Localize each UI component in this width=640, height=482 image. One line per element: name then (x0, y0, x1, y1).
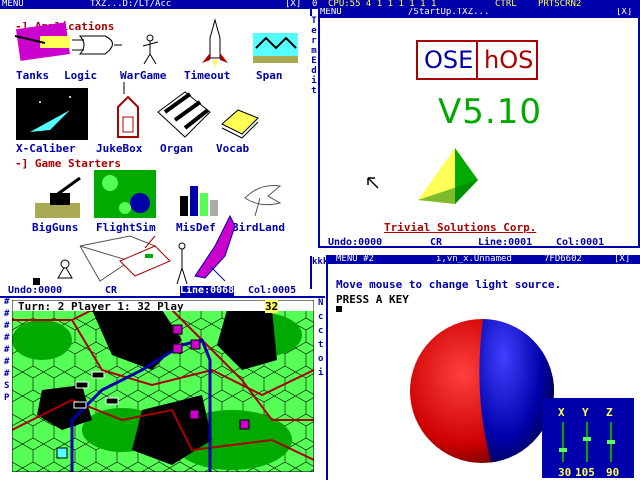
window-titlebar-apps: MENU TXZ...D:/LT/Acc [X] (0, 0, 310, 9)
startup-col-counter: Col:0001 (556, 237, 605, 248)
logic-icon[interactable] (72, 35, 122, 55)
ose-logo: OSE hOS (416, 40, 538, 80)
app-label-timeout[interactable]: Timeout (184, 69, 230, 82)
undo-counter: Undo:0000 (8, 285, 63, 296)
shaded-sphere[interactable] (410, 306, 560, 476)
stick-figure-sprite-icon (176, 242, 188, 285)
menu-button[interactable]: MENU (2, 0, 24, 9)
startup-statusbar: Undo:0000 CR Line:0001 Col:0001 (318, 238, 640, 248)
sprite-decorations (33, 214, 236, 285)
menu2-close-button[interactable]: [X] (614, 255, 630, 264)
slider-knob-y[interactable] (583, 436, 591, 441)
light-sliders-panel: X Y Z 30 105 90 (542, 398, 634, 479)
logo-divider (476, 42, 478, 78)
jukebox-icon[interactable] (117, 82, 139, 138)
text-cursor (336, 306, 342, 312)
app-label-jukebox[interactable]: JukeBox (96, 142, 142, 155)
slider-knob-z[interactable] (607, 440, 615, 444)
wargame-hex-map[interactable] (12, 300, 314, 472)
turn-status-text: Turn: 2 Player 1: 32 Play (18, 300, 184, 313)
slider-track-x[interactable] (562, 422, 564, 462)
span-icon[interactable] (253, 33, 298, 63)
slider-knob-x[interactable] (559, 448, 567, 452)
app-label-vocab[interactable]: Vocab (216, 142, 249, 155)
tanks-icon[interactable] (14, 22, 70, 61)
slider-label-x: X (558, 406, 565, 419)
organ-icon[interactable] (157, 91, 211, 138)
cursor-block (33, 278, 40, 285)
termedit-side-tab[interactable]: TermEdit (309, 16, 319, 256)
app-label-logic[interactable]: Logic (64, 69, 97, 82)
version-text: V5.10 (438, 92, 542, 132)
app-label-span[interactable]: Span (256, 69, 283, 82)
window-titlebar-menu2: MENU #2 i,vn_x.Unnamed 7FD6602 [X] (326, 255, 640, 264)
startup-line-counter: Line:0001 (478, 237, 533, 248)
app-label-organ[interactable]: Organ (160, 142, 193, 155)
vocab-icon[interactable] (221, 109, 259, 139)
slider-value-x: 30 (558, 466, 572, 479)
col-counter: Col:0005 (248, 285, 297, 296)
startup-undo-counter: Undo:0000 (328, 237, 383, 248)
wargame-icon[interactable] (142, 34, 159, 65)
close-button[interactable]: [X] (285, 0, 301, 9)
window-path: TXZ...D:/LT/Acc (90, 0, 172, 9)
timeout-icon[interactable] (202, 18, 228, 68)
line-counter: Line:0068 (180, 285, 235, 296)
slider-label-y: Y (582, 406, 589, 419)
apps-icons-row1 (14, 18, 298, 68)
slider-label-z: Z (606, 406, 613, 419)
ncctoi-side-tab[interactable]: Ncctoi (318, 296, 324, 476)
press-key-prompt: PRESS A KEY (336, 293, 409, 306)
pyramid-graphic (367, 148, 478, 204)
cr-indicator: CR (105, 285, 118, 296)
company-link[interactable]: Trivial Solutions Corp. (384, 221, 536, 234)
logo-right-text: hOS (484, 46, 534, 74)
app-label-wargame[interactable]: WarGame (120, 69, 166, 82)
app-label-x-caliber[interactable]: X-Caliber (16, 142, 76, 155)
menu2-label[interactable]: MENU #2 (336, 255, 374, 264)
logo-left-text: OSE (424, 46, 474, 74)
menu2-path: i,vn_x.Unnamed (436, 255, 512, 264)
startup-cr-indicator: CR (430, 237, 443, 248)
light-source-message: Move mouse to change light source. (336, 278, 562, 291)
mouse-pointer-icon (367, 177, 379, 189)
wargame-side-glyphs: # # # # # # # S P (4, 297, 10, 403)
slider-track-y[interactable] (586, 422, 588, 462)
k-side-tab[interactable]: kkk (312, 256, 328, 296)
x-caliber-icon[interactable] (16, 88, 88, 140)
zero-indicator: 0 (312, 0, 318, 9)
menu2-id: 7FD6602 (544, 255, 582, 264)
rocket-sprite-icon (57, 259, 73, 279)
pink-creature-sprite-icon (194, 214, 236, 282)
turn-number-badge: 32 (265, 300, 279, 313)
slider-value-z: 90 (606, 466, 620, 479)
slider-value-y: 105 (575, 466, 595, 479)
birdland-icon[interactable] (244, 185, 282, 217)
apps-icons-row2 (16, 82, 259, 140)
apps-statusbar: Undo:0000 CR Line:0068 Col:0005 (0, 286, 310, 296)
app-label-tanks[interactable]: Tanks (16, 69, 49, 82)
